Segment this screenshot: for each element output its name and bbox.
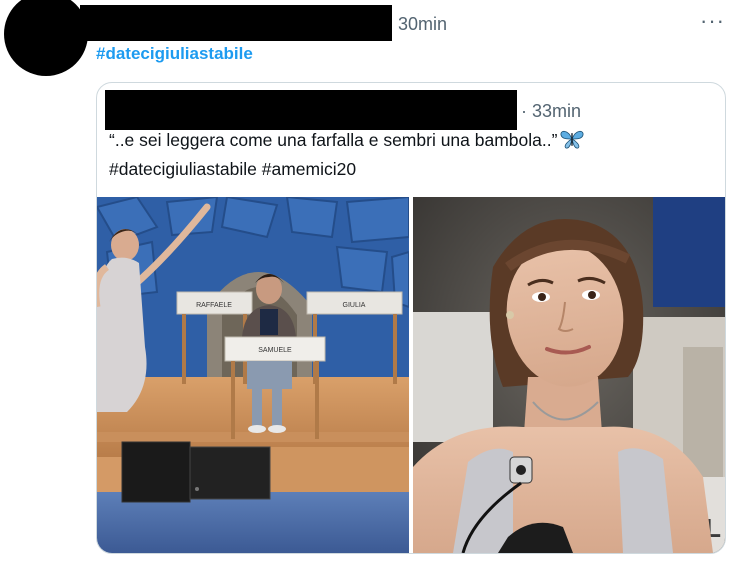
avatar[interactable] bbox=[4, 0, 88, 76]
butterfly-emoji-icon bbox=[560, 129, 584, 156]
quoted-redacted-username bbox=[105, 90, 517, 130]
quoted-tweet-card[interactable]: · 33min “..e sei leggera come una farfal… bbox=[96, 82, 726, 554]
quoted-text-line: “..e sei leggera come una farfalla e sem… bbox=[109, 130, 558, 150]
photo-stage-dancer[interactable]: RAFFAELE GIULIA SAMUELE bbox=[97, 197, 409, 553]
tweet-timestamp[interactable]: 30min bbox=[398, 14, 447, 35]
sign-raffaele: RAFFAELE bbox=[196, 302, 232, 309]
tweet-hashtag-link[interactable]: #datecigiuliastabile bbox=[96, 44, 253, 64]
more-options-icon[interactable]: ··· bbox=[700, 8, 725, 34]
quoted-tweet-text: “..e sei leggera come una farfalla e sem… bbox=[109, 127, 584, 182]
photo-portrait-closeup[interactable]: UEL bbox=[413, 197, 725, 553]
hashtag-link[interactable]: #datecigiuliastabile bbox=[109, 159, 257, 179]
hashtag-link[interactable]: #amemici20 bbox=[262, 159, 356, 179]
media-grid: RAFFAELE GIULIA SAMUELE bbox=[97, 197, 725, 553]
sign-samuele: SAMUELE bbox=[258, 347, 292, 354]
quoted-timestamp[interactable]: · 33min bbox=[521, 101, 581, 122]
redacted-username bbox=[80, 5, 392, 41]
sign-giulia: GIULIA bbox=[343, 302, 366, 309]
